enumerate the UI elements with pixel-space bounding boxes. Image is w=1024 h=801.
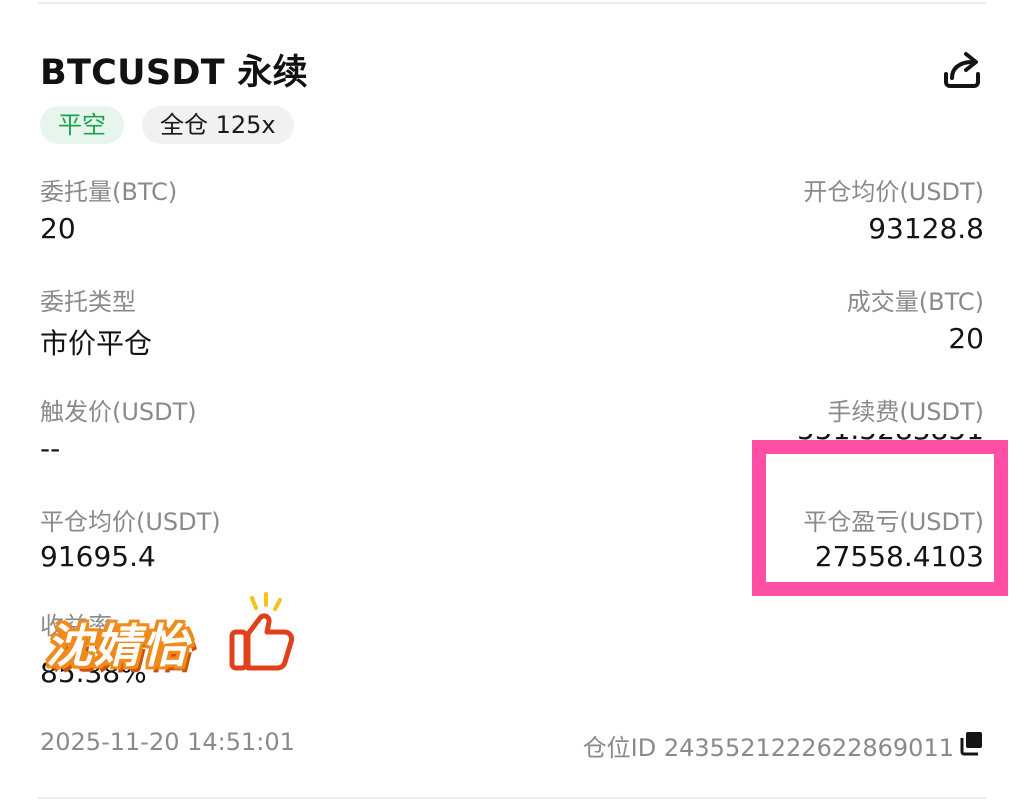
fee-label: 手续费(USDT) — [827, 398, 984, 426]
thumbs-up-icon — [229, 592, 295, 671]
pnl-highlight-box — [752, 440, 1008, 596]
trigger-price-value: -- — [40, 432, 61, 465]
timestamp: 2025-11-20 14:51:01 — [40, 728, 295, 756]
open-avg-label: 开仓均价(USDT) — [803, 178, 984, 206]
filled-qty-value: 20 — [948, 322, 984, 355]
name-sticker: 沈婧怡 — [46, 619, 190, 673]
share-icon[interactable] — [940, 50, 984, 90]
position-id: 仓位ID 2435521222622869011 — [582, 734, 954, 762]
close-avg-label: 平仓均价(USDT) — [40, 508, 221, 536]
margin-badge: 全仓 125x — [142, 106, 294, 144]
page-title: BTCUSDT 永续 — [40, 53, 308, 93]
filled-qty-label: 成交量(BTC) — [846, 288, 984, 316]
copy-icon[interactable] — [958, 730, 984, 756]
order-qty-value: 20 — [40, 212, 76, 245]
side-badge: 平空 — [40, 106, 124, 144]
order-type-value: 市价平仓 — [40, 327, 153, 360]
bottom-divider — [38, 797, 986, 799]
open-avg-value: 93128.8 — [868, 212, 984, 245]
close-avg-value: 91695.4 — [40, 540, 156, 573]
order-type-label: 委托类型 — [40, 288, 136, 316]
trigger-price-label: 触发价(USDT) — [40, 398, 197, 426]
top-divider — [38, 2, 986, 4]
order-qty-label: 委托量(BTC) — [40, 178, 178, 206]
